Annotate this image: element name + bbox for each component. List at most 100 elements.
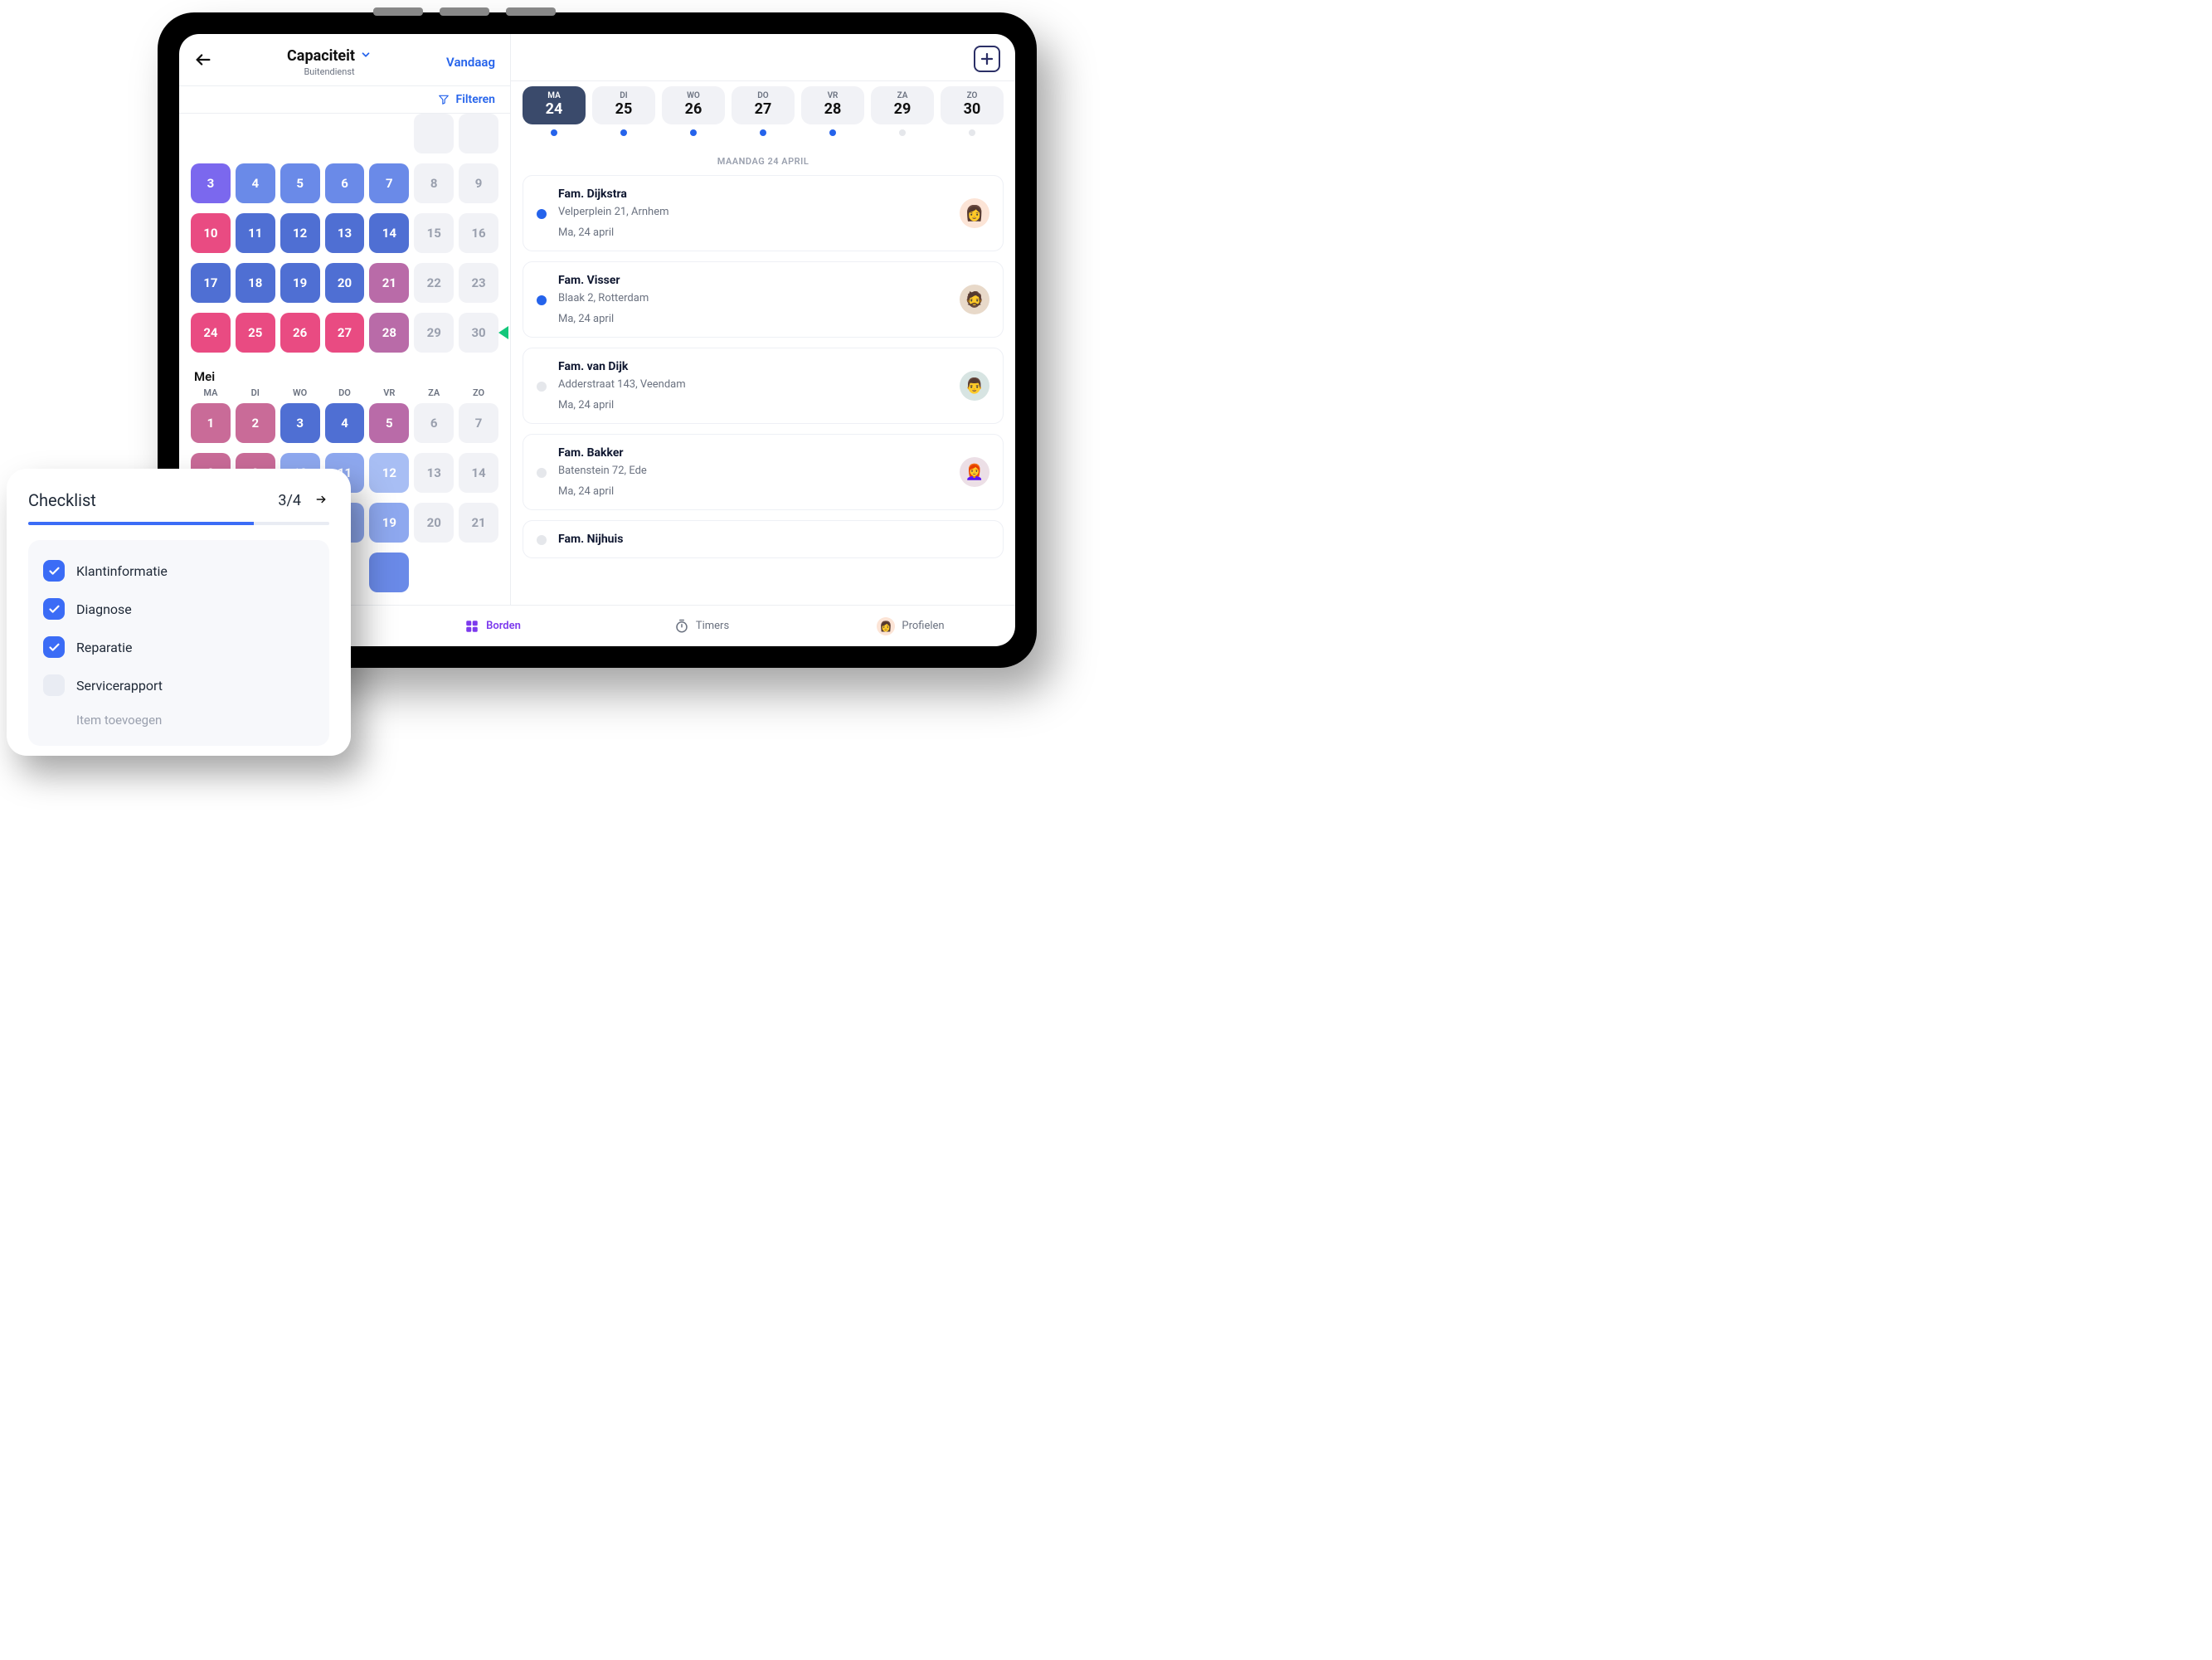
visit-title: Fam. Dijkstra	[558, 187, 948, 201]
calendar-day[interactable]: 5	[369, 403, 409, 443]
list-header: MAANDAG 24 APRIL	[511, 138, 1015, 175]
calendar-day[interactable]: 1	[191, 403, 231, 443]
checklist-progress-fill	[28, 522, 254, 525]
tab-profiles-label: Profielen	[902, 620, 944, 632]
calendar-day[interactable]: 22	[414, 263, 454, 303]
visit-card[interactable]: Fam. van DijkAdderstraat 143, VeendamMa,…	[523, 348, 1004, 424]
checklist-item[interactable]: Servicerapport	[40, 666, 318, 704]
calendar-day[interactable]: 16	[459, 213, 498, 253]
day-pill[interactable]: DI25	[592, 86, 655, 124]
calendar-day[interactable]: 15	[414, 213, 454, 253]
visit-title: Fam. Visser	[558, 274, 948, 287]
checklist-item[interactable]: Klantinformatie	[40, 552, 318, 590]
day-pill[interactable]: MA24	[523, 86, 586, 124]
calendar-day[interactable]: 28	[369, 313, 409, 353]
day-abbr: DI	[592, 91, 655, 100]
calendar-day[interactable]: 27	[325, 313, 365, 353]
calendar-day[interactable]: 9	[459, 163, 498, 203]
left-header: Capaciteit Buitendienst Vandaag	[179, 34, 510, 86]
calendar-day[interactable]: 6	[414, 403, 454, 443]
calendar-day[interactable]: 26	[280, 313, 320, 353]
day-abbr: WO	[662, 91, 725, 100]
calendar-day[interactable]: 7	[459, 403, 498, 443]
checkbox[interactable]	[43, 674, 65, 696]
expand-button[interactable]	[313, 492, 329, 509]
calendar-day[interactable]: 20	[414, 503, 454, 543]
calendar-day[interactable]: 30	[459, 313, 498, 353]
checkbox[interactable]	[43, 560, 65, 582]
calendar-day[interactable]: 8	[414, 163, 454, 203]
visit-status-dot	[537, 209, 547, 219]
calendar-day[interactable]: 14	[459, 453, 498, 493]
visit-card[interactable]: Fam. Nijhuis	[523, 520, 1004, 558]
tab-boards[interactable]: Borden	[388, 606, 597, 646]
day-dots	[511, 124, 1015, 138]
day-pill[interactable]: WO26	[662, 86, 725, 124]
checkbox[interactable]	[43, 636, 65, 658]
calendar-day[interactable]: 17	[191, 263, 231, 303]
calendar-day	[325, 114, 365, 153]
calendar-row: 24252627282930	[191, 313, 498, 353]
day-pill[interactable]: DO27	[732, 86, 795, 124]
calendar-row	[191, 114, 498, 153]
calendar-day[interactable]: 21	[369, 263, 409, 303]
calendar-day[interactable]: 13	[414, 453, 454, 493]
calendar-day[interactable]: 12	[369, 453, 409, 493]
day-num: 29	[871, 100, 934, 118]
add-button[interactable]	[974, 46, 1000, 72]
dow-label: DO	[325, 387, 365, 398]
visit-card[interactable]: Fam. BakkerBatenstein 72, EdeMa, 24 apri…	[523, 434, 1004, 510]
calendar-day[interactable]: 19	[369, 503, 409, 543]
calendar-day	[414, 553, 454, 592]
checklist-item[interactable]: Reparatie	[40, 628, 318, 666]
day-abbr: MA	[523, 91, 586, 100]
day-pill[interactable]: ZA29	[871, 86, 934, 124]
day-status-dot	[690, 129, 697, 136]
dow-header: MADIWODOVRZAZO	[191, 387, 498, 398]
visit-date: Ma, 24 april	[558, 399, 948, 411]
checklist-item[interactable]: Diagnose	[40, 590, 318, 628]
day-pill[interactable]: VR28	[801, 86, 864, 124]
calendar-day[interactable]: 5	[280, 163, 320, 203]
calendar-day[interactable]: 7	[369, 163, 409, 203]
calendar-day[interactable]: 12	[280, 213, 320, 253]
today-button[interactable]: Vandaag	[446, 55, 495, 70]
calendar-day[interactable]: 24	[191, 313, 231, 353]
calendar-day[interactable]: 23	[459, 263, 498, 303]
checklist-item-label: Reparatie	[76, 640, 132, 655]
calendar-day[interactable]: 21	[459, 503, 498, 543]
calendar-day[interactable]: 6	[325, 163, 365, 203]
tab-timers[interactable]: Timers	[597, 606, 806, 646]
calendar-day[interactable]: 10	[191, 213, 231, 253]
calendar-day[interactable]: 14	[369, 213, 409, 253]
calendar-day[interactable]: 19	[280, 263, 320, 303]
calendar-day[interactable]: 18	[236, 263, 275, 303]
calendar-day[interactable]: 29	[414, 313, 454, 353]
calendar-day[interactable]: 3	[280, 403, 320, 443]
visit-status-dot	[537, 535, 547, 545]
filter-button[interactable]: Filteren	[179, 86, 510, 114]
calendar-day[interactable]: 4	[236, 163, 275, 203]
checklist-add-input[interactable]: Item toevoegen	[40, 704, 318, 729]
visit-card[interactable]: Fam. VisserBlaak 2, RotterdamMa, 24 apri…	[523, 261, 1004, 338]
calendar-day	[236, 114, 275, 153]
checkbox[interactable]	[43, 598, 65, 620]
calendar-day[interactable]: 11	[236, 213, 275, 253]
calendar-day[interactable]: 25	[236, 313, 275, 353]
title-dropdown[interactable]: Capaciteit Buitendienst	[287, 47, 372, 77]
tab-profiles[interactable]: 👩 Profielen	[806, 606, 1015, 646]
day-num: 25	[592, 100, 655, 118]
back-button[interactable]	[194, 51, 212, 74]
visit-card[interactable]: Fam. DijkstraVelperplein 21, ArnhemMa, 2…	[523, 175, 1004, 251]
calendar-day[interactable]: 20	[325, 263, 365, 303]
page-title: Capaciteit	[287, 47, 355, 65]
visit-body: Fam. Nijhuis	[558, 533, 989, 546]
plus-icon	[980, 51, 994, 66]
calendar-day[interactable]: 3	[191, 163, 231, 203]
day-pill[interactable]: ZO30	[941, 86, 1004, 124]
calendar-day[interactable]: 13	[325, 213, 365, 253]
calendar-day[interactable]: 2	[236, 403, 275, 443]
cal-top-rows: 3456789101112131415161718192021222324252…	[191, 114, 498, 358]
grid-icon	[464, 619, 479, 634]
calendar-day[interactable]: 4	[325, 403, 365, 443]
